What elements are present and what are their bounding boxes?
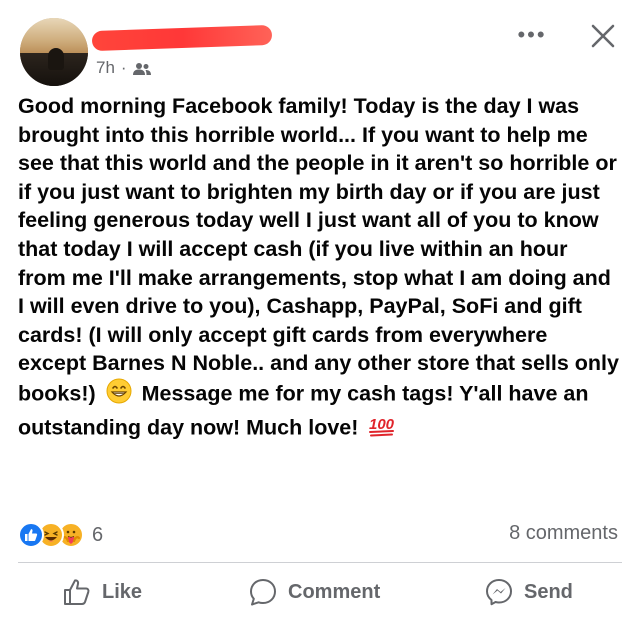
close-icon[interactable] (585, 18, 621, 54)
hundred-points-icon: 100 (368, 412, 396, 446)
author-name-redaction (91, 24, 273, 52)
post-timestamp[interactable]: 7h (96, 58, 115, 78)
messenger-icon (484, 577, 514, 607)
grinning-emoji-icon (106, 378, 132, 412)
like-button[interactable]: Like (62, 572, 142, 612)
more-options-button[interactable]: ••• (512, 20, 552, 50)
send-label: Send (524, 580, 573, 603)
comment-button[interactable]: Comment (248, 572, 380, 612)
post-text-main: Good morning Facebook family! Today is t… (18, 94, 619, 406)
comment-bubble-icon (248, 577, 278, 607)
reaction-count: 6 (92, 523, 104, 546)
meta-separator: · (120, 58, 127, 77)
divider (18, 562, 622, 563)
friends-icon[interactable] (132, 61, 151, 75)
facebook-post: 7h · ••• Good morning Facebook family! T… (0, 0, 640, 618)
send-button[interactable]: Send (484, 572, 573, 612)
post-body: Good morning Facebook family! Today is t… (18, 92, 620, 445)
avatar-figure (48, 48, 64, 70)
avatar[interactable] (20, 18, 88, 86)
like-label: Like (102, 580, 143, 603)
comments-count[interactable]: 8 comments (509, 522, 618, 545)
post-meta: 7h · (96, 58, 151, 78)
reactions-summary[interactable]: 6 (18, 520, 103, 550)
like-reaction-icon (18, 522, 44, 548)
post-text-closing: Message me for my cash tags! Y'all have … (18, 381, 589, 439)
post-header: 7h · ••• (0, 0, 640, 90)
comment-label: Comment (288, 580, 381, 603)
thumbs-up-icon (62, 577, 92, 607)
